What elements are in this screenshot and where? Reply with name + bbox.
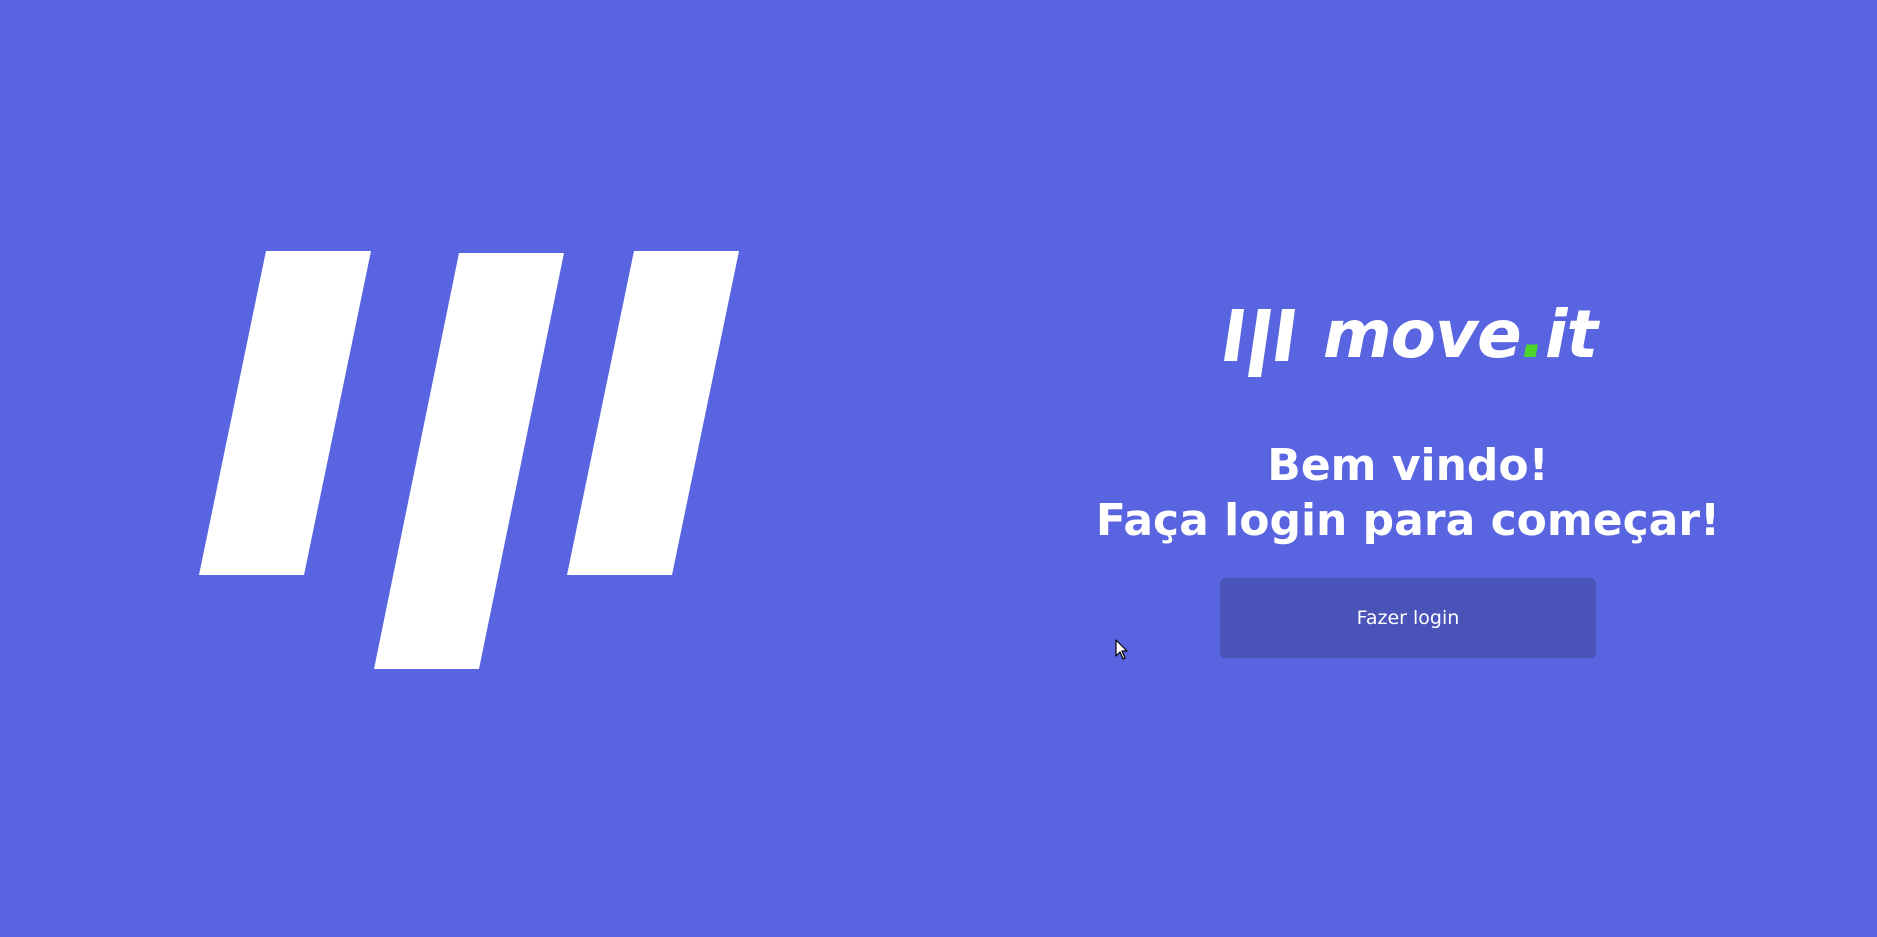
brand-stripes-icon: [199, 251, 739, 669]
login-button[interactable]: Fazer login: [1220, 577, 1596, 658]
app-logo-name: move: [1322, 296, 1522, 373]
app-logo-dot: .: [1520, 296, 1546, 373]
app-logo: move.it: [1219, 290, 1598, 380]
welcome-message: Bem vindo! Faça login para começar!: [1096, 440, 1720, 548]
welcome-title: Bem vindo!: [1267, 440, 1549, 491]
brand-stripes-icon: [1223, 309, 1295, 377]
app-logo-suffix: it: [1544, 296, 1598, 373]
welcome-subtitle: Faça login para começar!: [1095, 494, 1721, 546]
login-panel: move.it Bem vindo! Faça login para começ…: [1096, 290, 1720, 658]
app-logo-text: move.it: [1323, 302, 1598, 368]
mouse-cursor-icon: [1115, 639, 1128, 660]
hero-brand-mark: [190, 245, 750, 675]
